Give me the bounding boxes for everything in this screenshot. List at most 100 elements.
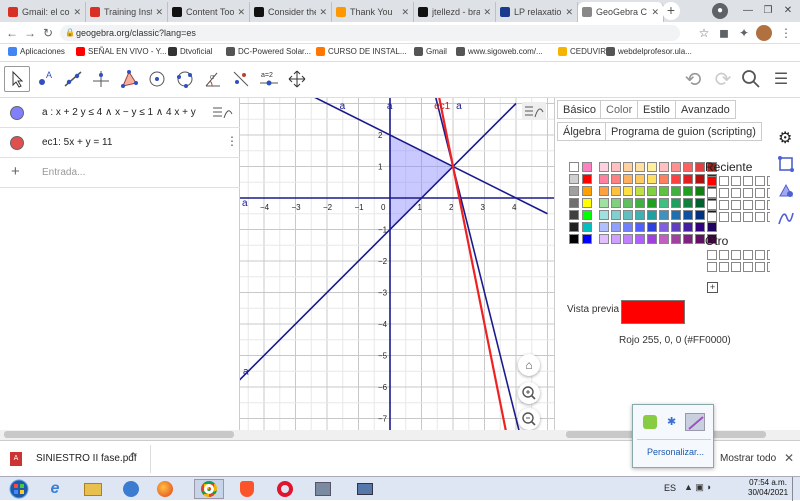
color-swatch[interactable] bbox=[569, 234, 579, 244]
color-swatch[interactable] bbox=[683, 162, 693, 172]
color-swatch[interactable] bbox=[659, 222, 669, 232]
recent-color-swatch[interactable] bbox=[731, 212, 741, 222]
recent-color-swatch[interactable] bbox=[707, 212, 717, 222]
recent-color-swatch[interactable] bbox=[707, 176, 717, 186]
browser-tab[interactable]: Content Too ✕ bbox=[168, 2, 250, 22]
color-swatch[interactable] bbox=[635, 234, 645, 244]
ie-icon[interactable]: e bbox=[40, 479, 70, 499]
polygon-tool-icon[interactable] bbox=[116, 66, 142, 92]
color-swatch[interactable] bbox=[582, 210, 592, 220]
move-view-icon[interactable] bbox=[284, 66, 310, 92]
tab-estilo[interactable]: Estilo bbox=[637, 100, 676, 119]
color-swatch[interactable] bbox=[671, 222, 681, 232]
algebra-row-a[interactable]: a : x + 2 y ≤ 4 ∧ x − y ≤ 1 ∧ 4 x + y bbox=[0, 98, 240, 128]
recent-color-swatch[interactable] bbox=[755, 176, 765, 186]
close-tab-icon[interactable]: ✕ bbox=[401, 7, 409, 18]
color-swatch[interactable] bbox=[671, 234, 681, 244]
browser-tab[interactable]: Thank You ✕ bbox=[332, 2, 414, 22]
bookmark-item[interactable]: SEÑAL EN VIVO - Y... bbox=[76, 47, 167, 56]
color-swatch[interactable] bbox=[683, 234, 693, 244]
color-swatch[interactable] bbox=[599, 174, 609, 184]
color-swatch[interactable] bbox=[695, 174, 705, 184]
tab-algebra[interactable]: Álgebra bbox=[557, 122, 607, 141]
color-swatch[interactable] bbox=[635, 186, 645, 196]
bookmark-item[interactable]: Aplicaciones bbox=[8, 47, 65, 56]
more-options-icon[interactable]: ⋮ bbox=[226, 134, 238, 148]
recent-color-swatch[interactable] bbox=[755, 188, 765, 198]
graphics-style-icon[interactable] bbox=[522, 102, 546, 123]
custom-color-swatch[interactable] bbox=[731, 250, 741, 260]
color-swatch[interactable] bbox=[611, 174, 621, 184]
recent-color-swatch[interactable] bbox=[731, 188, 741, 198]
color-swatch[interactable] bbox=[695, 186, 705, 196]
close-tab-icon[interactable]: ✕ bbox=[565, 7, 573, 18]
menu-kebab-icon[interactable]: ⋮ bbox=[778, 25, 794, 41]
color-swatch[interactable] bbox=[683, 186, 693, 196]
plus-icon[interactable]: + bbox=[11, 163, 20, 180]
profile-menu-icon[interactable]: ● bbox=[712, 3, 728, 19]
custom-color-swatch[interactable] bbox=[755, 250, 765, 260]
reflect-tool-icon[interactable] bbox=[228, 66, 254, 92]
close-window-button[interactable]: ✕ bbox=[780, 3, 796, 19]
graphics-view[interactable]: −4 −3 −2 −1 0 1 2 3 4 2 1 −1 −2 −3 −4 −5 −6 −7 a a ec1 a a a ⌂ bbox=[240, 98, 554, 440]
bookmark-item[interactable]: CURSO DE INSTAL... bbox=[316, 47, 407, 56]
graphics-settings-icon[interactable] bbox=[778, 156, 794, 175]
hamburger-menu-icon[interactable]: ☰ bbox=[768, 66, 794, 92]
browser-tab[interactable]: Gmail: el co ✕ bbox=[4, 2, 86, 22]
color-swatch[interactable] bbox=[647, 186, 657, 196]
color-swatch[interactable] bbox=[611, 162, 621, 172]
recent-color-swatch[interactable] bbox=[707, 200, 717, 210]
reload-icon[interactable]: ↻ bbox=[40, 25, 56, 41]
color-swatch[interactable] bbox=[569, 186, 579, 196]
back-icon[interactable]: ← bbox=[4, 25, 20, 41]
color-swatch[interactable] bbox=[611, 186, 621, 196]
custom-color-swatch[interactable] bbox=[719, 250, 729, 260]
color-swatch[interactable] bbox=[611, 198, 621, 208]
recent-color-swatch[interactable] bbox=[755, 212, 765, 222]
recent-color-swatch[interactable] bbox=[743, 212, 753, 222]
algebra-output-icon[interactable] bbox=[212, 104, 234, 123]
color-swatch[interactable] bbox=[635, 222, 645, 232]
custom-color-swatch[interactable] bbox=[743, 262, 753, 272]
tab-scripting[interactable]: Programa de guion (scripting) bbox=[605, 122, 762, 141]
add-custom-color-button[interactable]: + bbox=[707, 282, 718, 293]
slider-tool-icon[interactable]: a=2 bbox=[256, 66, 282, 92]
color-swatch[interactable] bbox=[671, 210, 681, 220]
color-swatch[interactable] bbox=[582, 186, 592, 196]
zoom-in-icon[interactable] bbox=[518, 382, 540, 404]
opera-icon[interactable] bbox=[270, 479, 300, 499]
browser-tab[interactable]: LP relaxatio ✕ bbox=[496, 2, 578, 22]
color-swatch[interactable] bbox=[695, 162, 705, 172]
close-tab-icon[interactable]: ✕ bbox=[651, 7, 659, 18]
color-swatch[interactable] bbox=[683, 210, 693, 220]
color-swatch[interactable] bbox=[582, 222, 592, 232]
url-input[interactable]: 🔒 geogebra.org/classic?lang=es bbox=[60, 25, 680, 41]
close-tab-icon[interactable]: ✕ bbox=[73, 7, 81, 18]
custom-color-swatch[interactable] bbox=[743, 250, 753, 260]
algebra-definition-ec1[interactable]: ec1: 5x + y = 11 bbox=[42, 137, 112, 148]
visibility-toggle[interactable] bbox=[10, 106, 24, 120]
color-swatch[interactable] bbox=[623, 198, 633, 208]
color-swatch[interactable] bbox=[569, 174, 579, 184]
color-swatch[interactable] bbox=[611, 222, 621, 232]
star-icon[interactable]: ☆ bbox=[696, 25, 712, 41]
recent-color-swatch[interactable] bbox=[755, 200, 765, 210]
color-swatch[interactable] bbox=[599, 234, 609, 244]
move-tool-icon[interactable] bbox=[4, 66, 30, 92]
color-swatch[interactable] bbox=[695, 234, 705, 244]
explorer-icon[interactable] bbox=[78, 479, 108, 499]
color-swatch[interactable] bbox=[623, 234, 633, 244]
visibility-toggle[interactable] bbox=[10, 136, 24, 150]
circle-tool-icon[interactable] bbox=[144, 66, 170, 92]
algebra-input[interactable]: Entrada... bbox=[42, 167, 85, 178]
scrollbar-thumb[interactable] bbox=[4, 431, 234, 438]
color-swatch[interactable] bbox=[635, 162, 645, 172]
color-swatch[interactable] bbox=[647, 210, 657, 220]
customize-link[interactable]: Personalizar... bbox=[647, 447, 704, 457]
algebra-row-ec1[interactable]: ec1: 5x + y = 11 ⋮ bbox=[0, 128, 240, 158]
minimize-button[interactable]: — bbox=[740, 3, 756, 19]
media-player-icon[interactable] bbox=[116, 479, 146, 499]
color-swatch[interactable] bbox=[569, 198, 579, 208]
custom-color-swatch[interactable] bbox=[731, 262, 741, 272]
recent-color-swatch[interactable] bbox=[719, 200, 729, 210]
